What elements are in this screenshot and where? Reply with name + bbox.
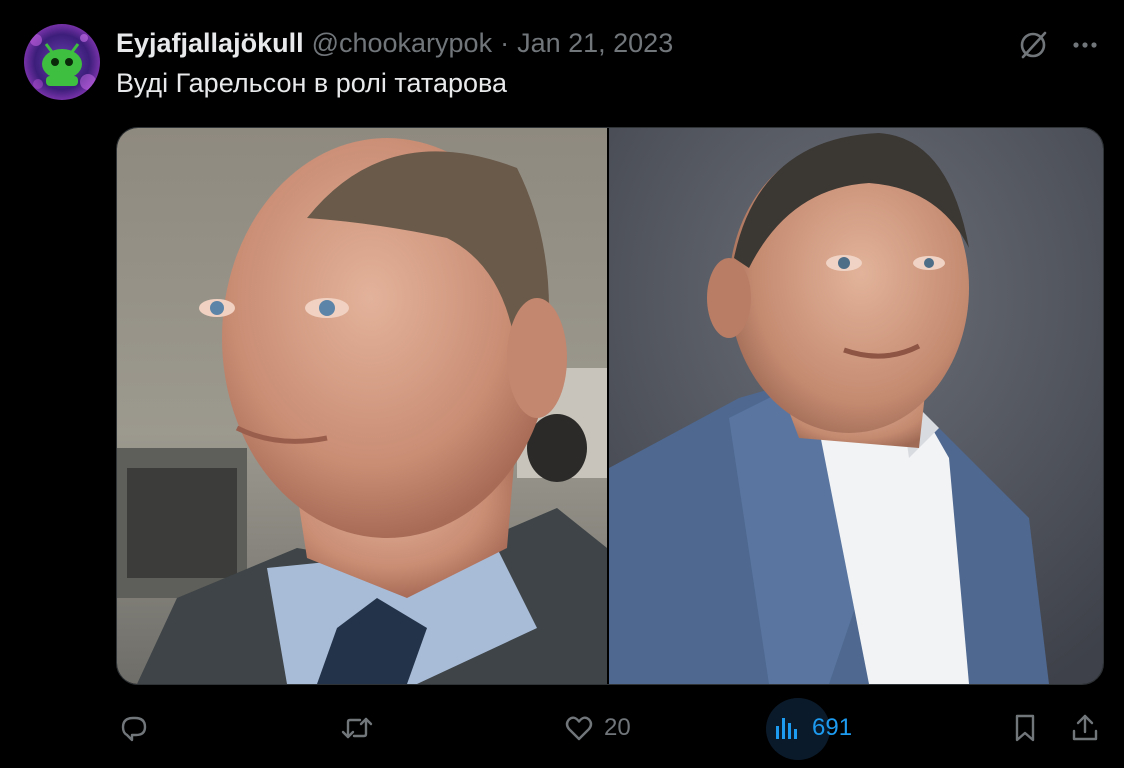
tweet-text: Вуді Гарельсон в ролі татарова [116, 68, 508, 98]
tweet-header: Eyjafjallajökull @chookarypok · Jan 21, … [116, 26, 673, 60]
views-bar-chart-icon [770, 711, 804, 745]
more-dots-icon[interactable] [1068, 28, 1102, 62]
share-icon [1068, 711, 1102, 745]
grok-slash-circle-icon[interactable] [1016, 28, 1050, 62]
author-handle[interactable]: @chookarypok [312, 28, 493, 59]
share-button[interactable] [1068, 708, 1102, 748]
reply-icon [116, 711, 150, 745]
action-bar: 20 691 [0, 698, 1124, 760]
like-count: 20 [604, 714, 631, 741]
reply-button[interactable] [116, 708, 150, 748]
left-photo[interactable] [117, 128, 607, 684]
bookmark-button[interactable] [1008, 708, 1042, 748]
retweet-icon [340, 711, 374, 745]
heart-icon [562, 711, 596, 745]
bookmark-icon [1008, 711, 1042, 745]
tweet-card[interactable]: Eyjafjallajökull @chookarypok · Jan 21, … [0, 0, 1124, 768]
author-display-name[interactable]: Eyjafjallajökull [116, 28, 304, 59]
views-count: 691 [812, 714, 853, 741]
tweet-date[interactable]: Jan 21, 2023 [517, 28, 673, 59]
retweet-button[interactable] [340, 708, 374, 748]
media-grid[interactable] [116, 127, 1104, 685]
header-separator: · [500, 27, 510, 58]
like-button[interactable]: 20 [562, 708, 631, 748]
views-button[interactable]: 691 [770, 708, 852, 748]
green-alien-avatar-icon [24, 24, 100, 100]
right-photo[interactable] [609, 128, 1103, 684]
author-avatar[interactable] [24, 24, 100, 100]
